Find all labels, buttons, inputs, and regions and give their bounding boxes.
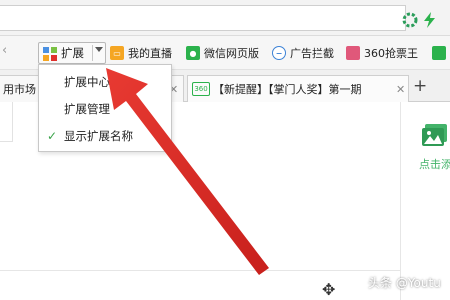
watermark: 头条 @Youtu	[368, 276, 441, 290]
annotation-arrow	[106, 68, 269, 275]
browser-window: ‹ 扩展 ▭ 我的直播 ● 微信网页版 − 广告拦截 360抢票王 用市场 ✕ …	[0, 0, 450, 300]
